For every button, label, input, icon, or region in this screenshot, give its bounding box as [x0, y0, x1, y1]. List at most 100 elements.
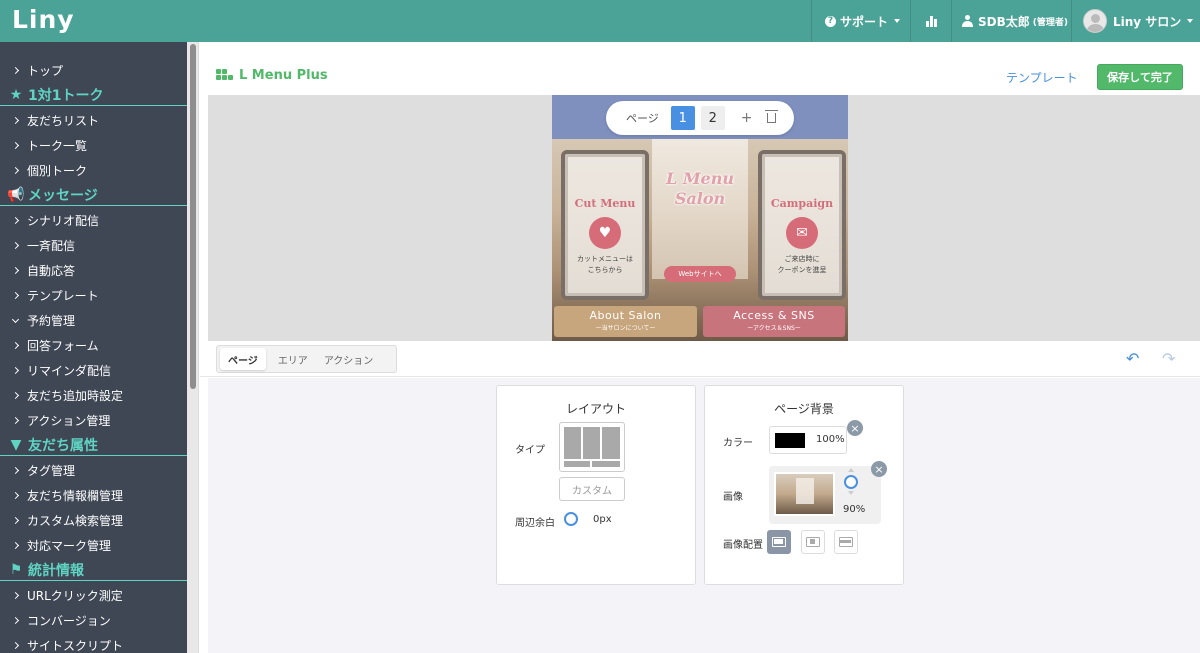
sidebar-item-label: 友だち情報欄管理 [27, 489, 124, 503]
account-menu[interactable]: Liny サロン [1071, 0, 1200, 42]
sidebar-item-2[interactable]: 友だちリスト [0, 108, 187, 133]
sidebar-item-14[interactable]: アクション管理 [0, 408, 187, 433]
user-name: SDB太郎 [978, 14, 1030, 29]
fill-icon [839, 537, 853, 547]
chevron-right-icon [11, 141, 20, 150]
sidebar-item-4[interactable]: 個別トーク [0, 158, 187, 183]
tab-page[interactable]: ページ [220, 348, 266, 370]
stats-button[interactable] [910, 0, 951, 42]
sidebar-item-label: 予約管理 [27, 314, 76, 328]
about-salon-subtitle: ー当サロンについてー [595, 325, 656, 332]
sidebar-section-20: ⚑ 統計情報 [0, 559, 187, 581]
undo-icon[interactable]: ↶ [1126, 349, 1139, 368]
add-page-button[interactable]: + [741, 110, 753, 126]
sidebar-item-6[interactable]: シナリオ配信 [0, 208, 187, 233]
sidebar-item-10[interactable]: 予約管理 [0, 308, 187, 333]
image-opacity-slider[interactable] [844, 475, 858, 489]
access-sns-area[interactable]: Access & SNS ーアクセス＆SNSー [703, 306, 845, 337]
sidebar-item-16[interactable]: タグ管理 [0, 458, 187, 483]
margin-slider[interactable] [564, 512, 578, 526]
sidebar-item-label: 対応マーク管理 [27, 539, 112, 553]
page-2-button[interactable]: 2 [700, 106, 725, 130]
user-menu[interactable]: SDB太郎 (管理者) [951, 0, 1071, 42]
sidebar-item-label: タグ管理 [27, 464, 76, 478]
custom-layout-button[interactable]: カスタム [559, 477, 625, 501]
chevron-right-icon [11, 216, 20, 225]
sidebar-item-21[interactable]: URLクリック測定 [0, 583, 187, 608]
page-1-button[interactable]: 1 [670, 106, 695, 130]
sidebar-item-23[interactable]: サイトスクリプト [0, 633, 187, 653]
chevron-right-icon [11, 516, 20, 525]
about-salon-area[interactable]: About Salon ー当サロンについてー [554, 306, 697, 337]
sidebar-item-label: アクション管理 [27, 414, 111, 428]
template-link[interactable]: テンプレート [1006, 69, 1078, 86]
sidebar-item-label: 友だち追加時設定 [27, 389, 124, 403]
user-icon [962, 15, 973, 27]
redo-icon[interactable]: ↷ [1162, 349, 1175, 368]
chevron-right-icon [11, 616, 20, 625]
color-opacity: 100% [816, 434, 845, 445]
sidebar-item-18[interactable]: カスタム検索管理 [0, 508, 187, 533]
clear-color-icon[interactable]: × [847, 420, 863, 436]
chevron-right-icon [11, 166, 20, 175]
sidebar-section-label: メッセージ [28, 187, 98, 204]
layout-type-selector[interactable] [559, 422, 625, 472]
cut-menu-text-line1: カットメニューは [577, 255, 633, 263]
campaign-area[interactable]: Campaign ✉ ご来店時に クーポンを進呈 [758, 150, 846, 300]
image-position-center[interactable] [801, 530, 825, 554]
trash-icon[interactable] [764, 110, 778, 123]
salon-title-line1: L Menu [666, 169, 734, 188]
sidebar-item-13[interactable]: 友だち追加時設定 [0, 383, 187, 408]
sidebar-item-label: カスタム検索管理 [27, 514, 124, 528]
sidebar-item-8[interactable]: 自動応答 [0, 258, 187, 283]
image-position-label: 画像配置 [723, 540, 763, 551]
sidebar-item-22[interactable]: コンバージョン [0, 608, 187, 633]
page-switcher: ページ 1 2 + [606, 101, 794, 135]
sidebar-scrollbar[interactable] [187, 42, 199, 653]
sidebar-item-19[interactable]: 対応マーク管理 [0, 533, 187, 558]
access-sns-subtitle: ーアクセス＆SNSー [747, 325, 801, 332]
sidebar-item-9[interactable]: テンプレート [0, 283, 187, 308]
heart-icon: ♥ [589, 217, 621, 249]
app-logo[interactable]: Liny [12, 5, 75, 34]
image-position-fill[interactable] [834, 530, 858, 554]
scrollbar-thumb[interactable] [190, 44, 196, 389]
image-position-fit[interactable] [767, 530, 791, 554]
support-menu[interactable]: ? サポート [811, 0, 910, 42]
cut-menu-text-line2: こちらから [587, 266, 623, 274]
layout-panel-title: レイアウト [565, 402, 626, 416]
chevron-right-icon [11, 116, 20, 125]
campaign-text-line2: クーポンを進呈 [777, 266, 827, 274]
image-picker[interactable]: 90% [769, 466, 881, 524]
chevron-right-icon [11, 491, 20, 500]
sidebar-section-5: 📢 メッセージ [0, 184, 187, 206]
account-name: Liny サロン [1113, 14, 1182, 29]
top-bar: Liny ? サポート SDB太郎 (管理者) Liny サロン [0, 0, 1200, 42]
clear-image-icon[interactable]: × [871, 461, 887, 477]
cut-menu-area[interactable]: Cut Menu ♥ カットメニューは こちらから [561, 150, 649, 300]
chevron-down-icon [11, 315, 20, 323]
sidebar-item-label: シナリオ配信 [27, 214, 100, 228]
sidebar-item-11[interactable]: 回答フォーム [0, 333, 187, 358]
sidebar-item-3[interactable]: トーク一覧 [0, 133, 187, 158]
cut-menu-title: Cut Menu [574, 197, 636, 210]
tab-action[interactable]: アクション [316, 348, 382, 370]
sidebar-item-17[interactable]: 友だち情報欄管理 [0, 483, 187, 508]
layout-panel: レイアウト タイプ カスタム 周辺余白 0px [496, 385, 696, 585]
sidebar-item-7[interactable]: 一斉配信 [0, 233, 187, 258]
avatar [1083, 9, 1107, 33]
sidebar-item-0[interactable]: トップ [0, 58, 187, 83]
coupon-icon: ✉ [786, 217, 818, 249]
save-and-finish-button[interactable]: 保存して完了 [1097, 64, 1183, 90]
website-button[interactable]: Webサイトへ [664, 266, 736, 282]
sidebar-section-label: 1対1トーク [28, 87, 104, 104]
fit-icon [772, 537, 786, 547]
chevron-right-icon [11, 641, 20, 650]
sidebar-item-label: テンプレート [27, 289, 99, 303]
filter-icon: ▼ [10, 436, 22, 453]
editor-title-text: L Menu Plus [239, 68, 328, 83]
sidebar-item-12[interactable]: リマインダ配信 [0, 358, 187, 383]
sidebar-item-label: サイトスクリプト [27, 639, 124, 653]
tab-area[interactable]: エリア [270, 348, 316, 370]
editor-tab-bar: ページ エリア アクション ↶ ↷ [200, 341, 1200, 377]
